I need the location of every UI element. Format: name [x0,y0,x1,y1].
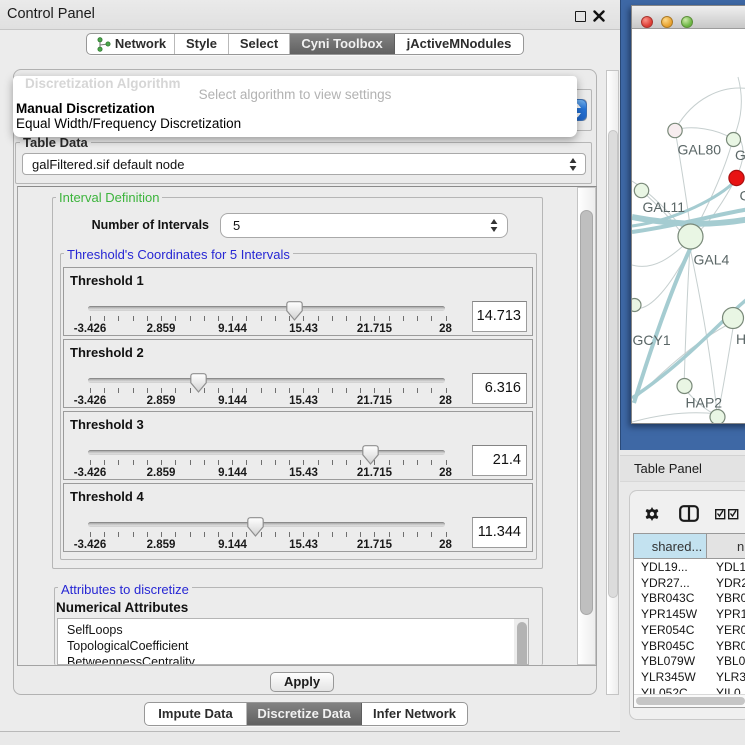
svg-text:GAL4: GAL4 [694,252,730,268]
svg-text:GCY1: GCY1 [633,332,671,348]
svg-text:C: C [740,188,745,204]
svg-text:GA: GA [735,147,745,163]
svg-text:GAL11: GAL11 [643,199,686,215]
svg-text:GAL80: GAL80 [678,142,722,158]
svg-text:H: H [736,331,745,347]
svg-text:HAP2: HAP2 [686,395,723,411]
